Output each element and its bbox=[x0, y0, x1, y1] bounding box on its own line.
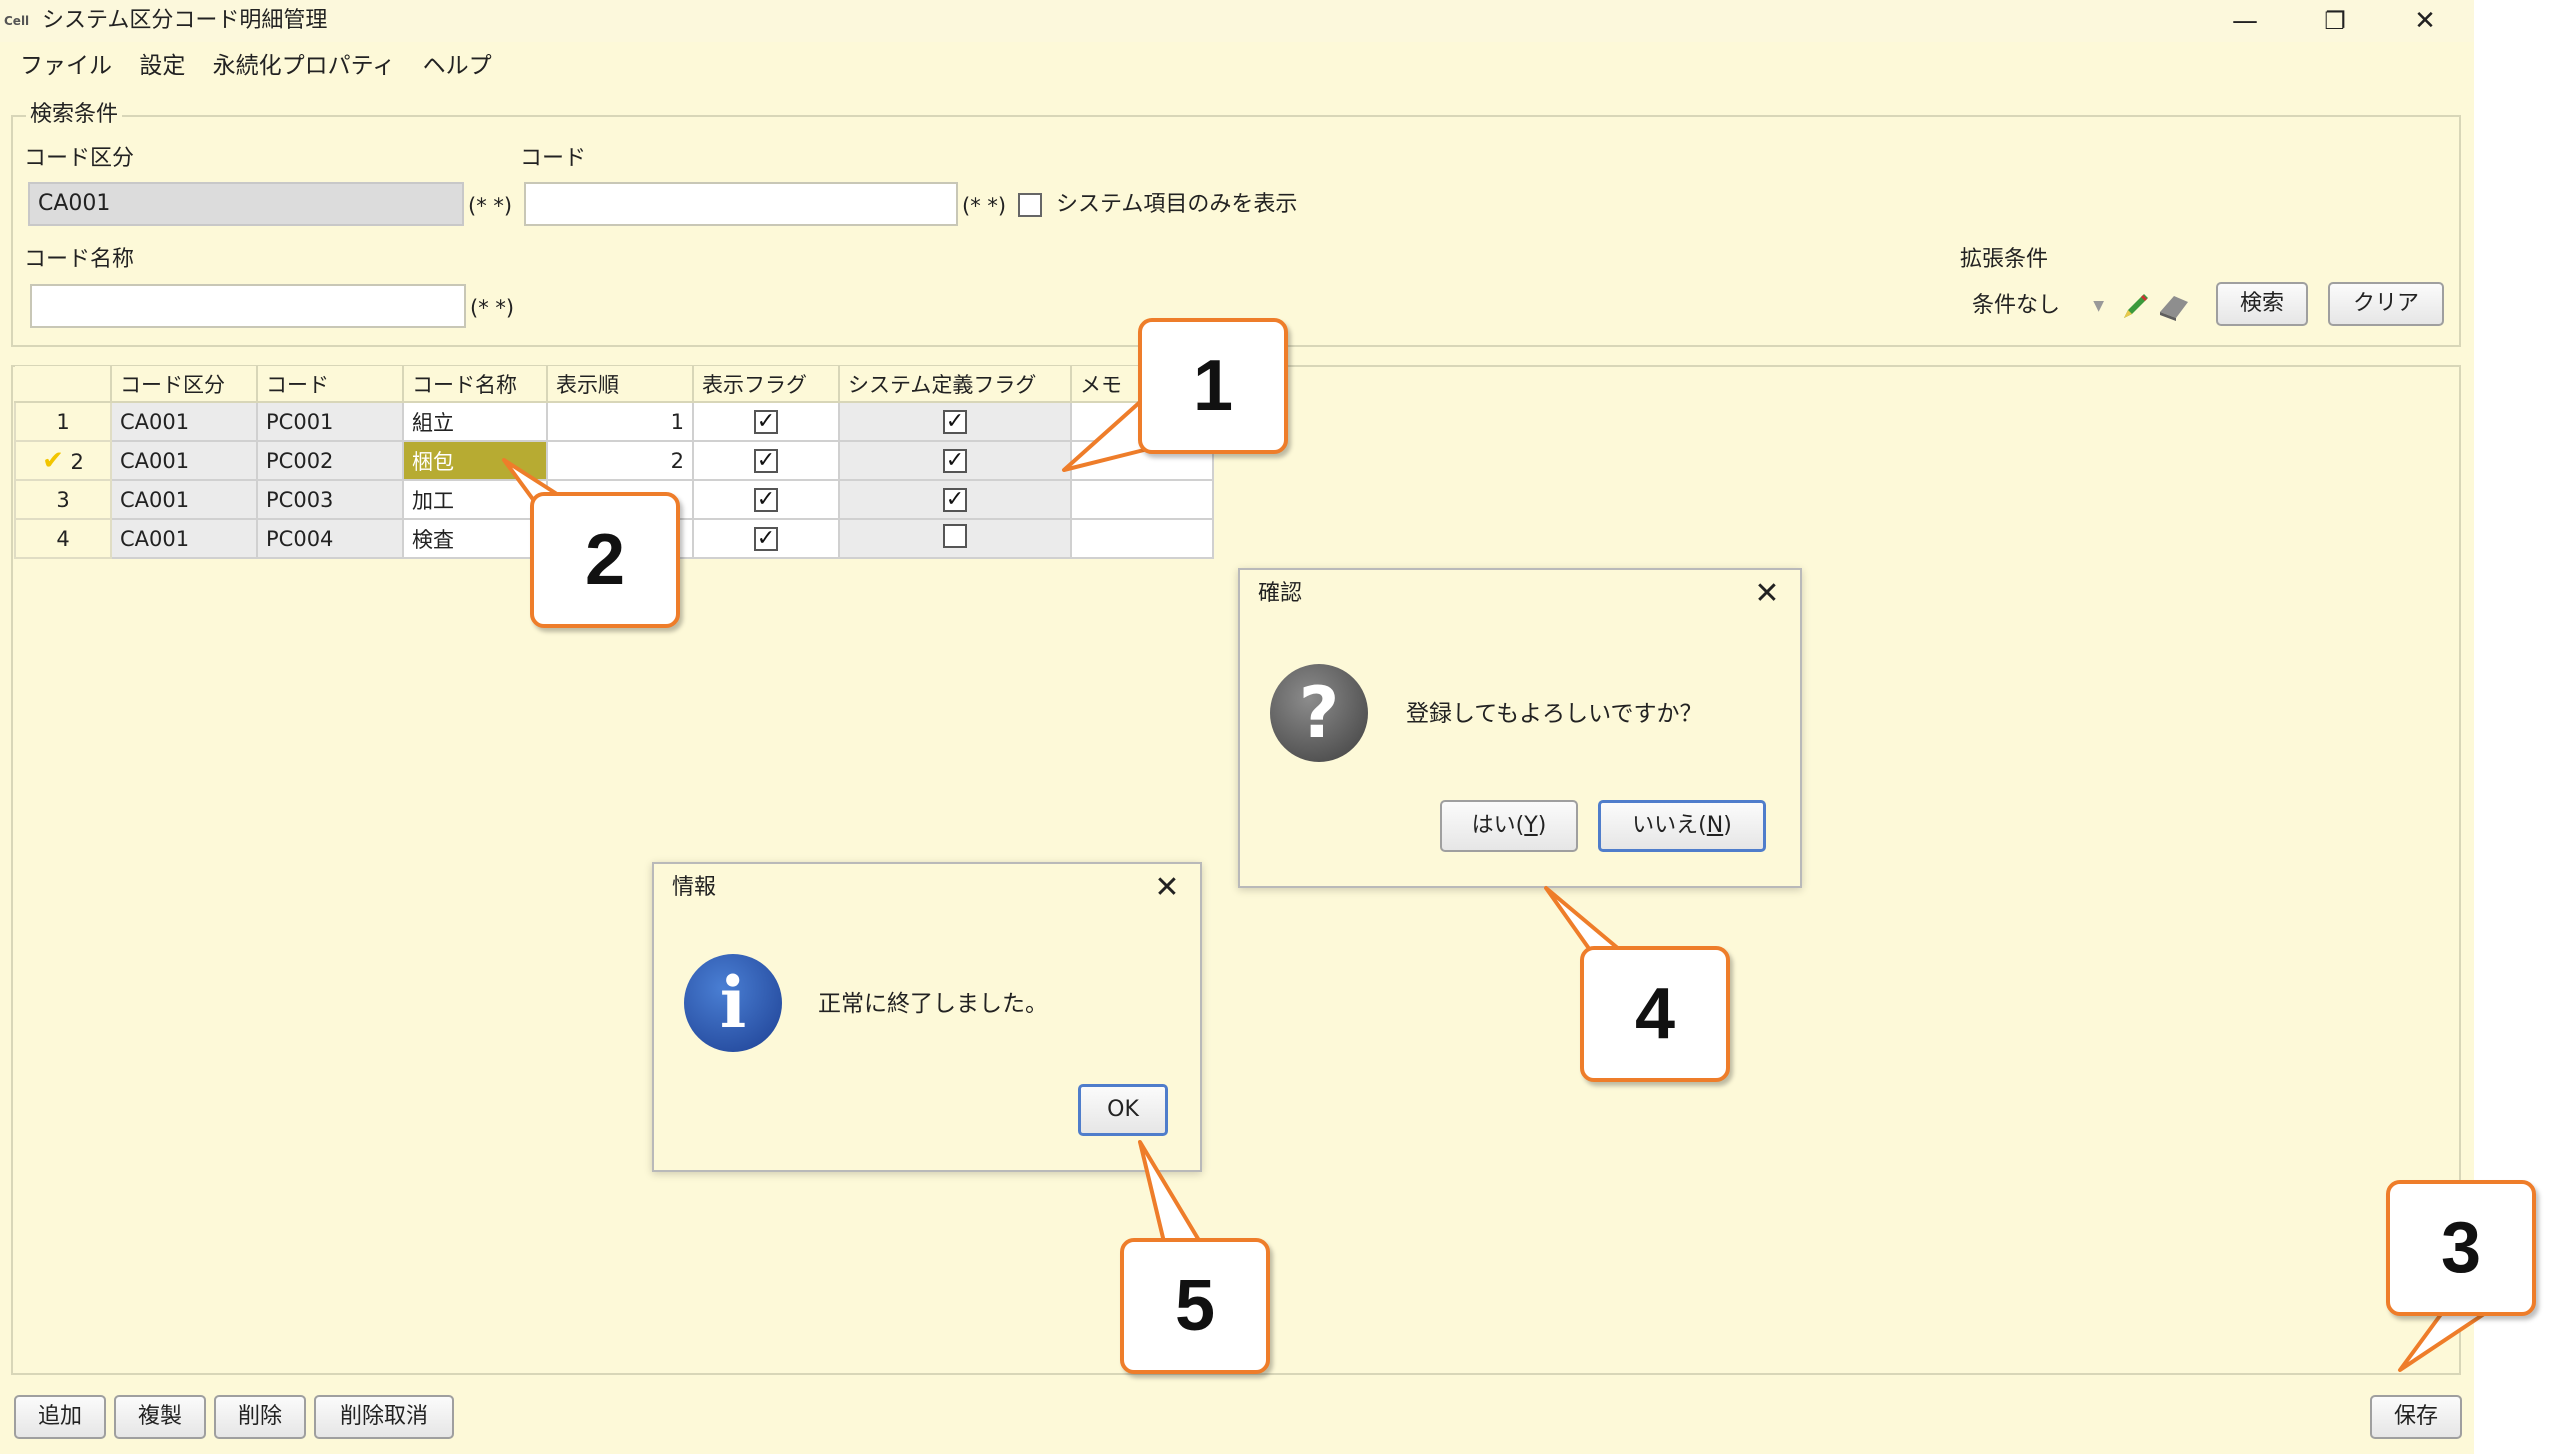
callout-5-tail bbox=[1138, 1140, 1202, 1244]
callout-tails bbox=[502, 400, 2504, 1372]
callout-1: 1 bbox=[1138, 318, 1288, 454]
callout-4-tail bbox=[1544, 886, 1622, 952]
callout-3: 3 bbox=[2386, 1180, 2536, 1316]
callout-5: 5 bbox=[1120, 1238, 1270, 1374]
callout-2: 2 bbox=[530, 492, 680, 628]
callout-4: 4 bbox=[1580, 946, 1730, 1082]
